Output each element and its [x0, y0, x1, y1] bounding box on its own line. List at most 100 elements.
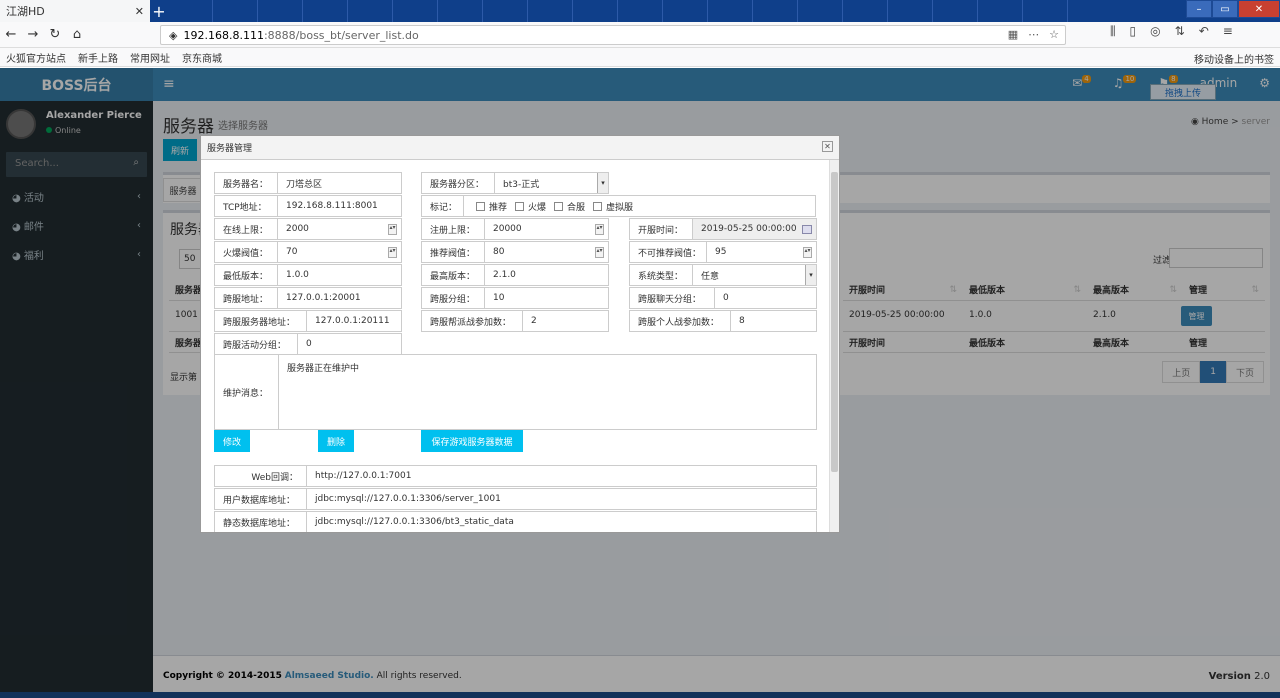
scrollbar-thumb[interactable] — [831, 172, 838, 472]
browser-tab[interactable] — [978, 0, 1023, 22]
field-open-time: 开服时间： 2019-05-25 00:00:00 — [629, 218, 817, 240]
spinner-icon[interactable]: ▴▾ — [595, 247, 604, 258]
bookmark-item[interactable]: 火狐官方站点 — [6, 50, 66, 65]
field-label: 用户数据库地址： — [215, 489, 307, 509]
modify-button[interactable]: 修改 — [214, 430, 250, 452]
reload-icon[interactable]: ↻ — [44, 27, 66, 42]
open-time-input[interactable]: 2019-05-25 00:00:00 — [693, 219, 816, 239]
star-icon[interactable]: ☆ — [1049, 28, 1059, 41]
browser-tab[interactable] — [618, 0, 663, 22]
cross-activity-group-input[interactable]: 0 — [298, 334, 401, 354]
bookmark-item[interactable]: 新手上路 — [78, 50, 118, 65]
server-zone-select[interactable]: bt3-正式 ▾ — [495, 173, 608, 193]
browser-tab-active[interactable]: 江湖HD ✕ — [0, 0, 150, 22]
field-label: 不可推荐阀值： — [630, 242, 707, 262]
checkbox-hot[interactable] — [515, 201, 525, 211]
browser-tab[interactable] — [483, 0, 528, 22]
checkbox-merged[interactable] — [554, 201, 564, 211]
field-cross-personal-count: 跨服个人战参加数： 8 — [629, 310, 817, 332]
spinner-icon[interactable]: ▴▾ — [388, 224, 397, 235]
calendar-icon[interactable] — [802, 225, 812, 234]
url-bar[interactable]: ◈ 192.168.8.111 :8888/boss_bt/server_lis… — [160, 25, 1066, 45]
field-server-name: 服务器名： 刀塔总区 — [214, 172, 402, 194]
input-value: 70 — [286, 247, 298, 257]
forward-icon[interactable]: → — [22, 27, 44, 42]
cross-guild-count-input[interactable]: 2 — [523, 311, 608, 331]
bookmark-item[interactable]: 京东商城 — [182, 50, 222, 65]
system-type-select[interactable]: 任意 ▾ — [693, 265, 816, 285]
browser-tab[interactable] — [933, 0, 978, 22]
window-close-icon[interactable]: ✕ — [1238, 0, 1280, 18]
web-callback-input[interactable]: http://127.0.0.1:7001 — [307, 466, 816, 486]
tcp-input[interactable]: 192.168.8.111:8001 — [278, 196, 401, 216]
browser-tab[interactable] — [213, 0, 258, 22]
tab-close-icon[interactable]: ✕ — [135, 5, 144, 18]
cross-addr-input[interactable]: 127.0.0.1:20001 — [278, 288, 401, 308]
dropdown-arrow-icon[interactable]: ▾ — [597, 173, 608, 193]
modal-scrollbar[interactable] — [829, 160, 839, 532]
browser-tab[interactable] — [1023, 0, 1068, 22]
server-manage-modal: 服务器管理 ✕ 服务器名： 刀塔总区 服务器分区： bt3-正式 ▾ TCP地址：… — [200, 135, 840, 533]
qr-icon[interactable]: ▦ — [1008, 28, 1018, 41]
sidebar-icon[interactable]: ▯ — [1130, 24, 1137, 39]
field-label: TCP地址： — [215, 196, 278, 216]
menu-icon[interactable]: ≡ — [1223, 24, 1233, 39]
field-label: 跨服地址： — [215, 288, 278, 308]
back-icon[interactable]: ← — [0, 27, 22, 42]
field-label: 跨服聊天分组： — [630, 288, 715, 308]
browser-tab[interactable] — [798, 0, 843, 22]
more-icon[interactable]: ⋯ — [1028, 28, 1039, 41]
register-limit-input[interactable]: 20000 ▴▾ — [485, 219, 608, 239]
save-server-button[interactable]: 保存游戏服务器数据 — [421, 430, 523, 452]
maintenance-textarea[interactable]: 服务器正在维护中 — [279, 355, 816, 429]
browser-tab[interactable] — [573, 0, 618, 22]
checkbox-recommend[interactable] — [476, 201, 485, 211]
cross-personal-count-input[interactable]: 8 — [731, 311, 816, 331]
spinner-icon[interactable]: ▴▾ — [803, 247, 812, 258]
min-version-input[interactable]: 1.0.0 — [278, 265, 401, 285]
home-icon[interactable]: ⌂ — [66, 27, 88, 42]
spinner-icon[interactable]: ▴▾ — [595, 224, 604, 235]
minimize-icon[interactable]: – — [1186, 0, 1212, 18]
cross-group-input[interactable]: 10 — [485, 288, 608, 308]
browser-tab[interactable] — [303, 0, 348, 22]
recommend-threshold-input[interactable]: 80 ▴▾ — [485, 242, 608, 262]
new-tab-icon[interactable]: + — [150, 0, 168, 22]
delete-button[interactable]: 删除 — [318, 430, 354, 452]
browser-tab[interactable] — [753, 0, 798, 22]
browser-tab[interactable] — [528, 0, 573, 22]
browser-tab[interactable] — [393, 0, 438, 22]
mobile-bookmarks[interactable]: 移动设备上的书签 — [1194, 51, 1274, 66]
browser-tab[interactable] — [348, 0, 393, 22]
cross-server-addr-input[interactable]: 127.0.0.1:20111 — [307, 311, 401, 331]
input-value: 20000 — [493, 224, 522, 234]
online-limit-input[interactable]: 2000 ▴▾ — [278, 219, 401, 239]
cross-chat-group-input[interactable]: 0 — [715, 288, 816, 308]
browser-tab[interactable] — [843, 0, 888, 22]
field-cross-guild-count: 跨服帮派战参加数： 2 — [421, 310, 609, 332]
dropdown-arrow-icon[interactable]: ▾ — [805, 265, 816, 285]
server-name-input[interactable]: 刀塔总区 — [278, 173, 401, 193]
browser-tab[interactable] — [708, 0, 753, 22]
spinner-icon[interactable]: ▴▾ — [388, 247, 397, 258]
browser-tab[interactable] — [258, 0, 303, 22]
undo-icon[interactable]: ↶ — [1199, 24, 1209, 39]
user-db-input[interactable]: jdbc:mysql://127.0.0.1:3306/server_1001 — [307, 489, 816, 509]
max-version-input[interactable]: 2.1.0 — [485, 265, 608, 285]
static-db-input[interactable]: jdbc:mysql://127.0.0.1:3306/bt3_static_d… — [307, 512, 816, 532]
checkbox-virtual[interactable] — [593, 201, 603, 211]
browser-tab[interactable] — [888, 0, 933, 22]
browser-tab[interactable] — [438, 0, 483, 22]
browser-tab[interactable] — [168, 0, 213, 22]
extension-icon[interactable]: ◎ — [1150, 24, 1160, 39]
no-recommend-threshold-input[interactable]: 95 ▴▾ — [707, 242, 816, 262]
field-server-zone: 服务器分区： bt3-正式 ▾ — [421, 172, 609, 194]
browser-tab[interactable] — [663, 0, 708, 22]
bookmark-item[interactable]: 常用网址 — [130, 50, 170, 65]
sync-icon[interactable]: ⇅ — [1175, 24, 1185, 39]
hot-threshold-input[interactable]: 70 ▴▾ — [278, 242, 401, 262]
field-label: 推荐阀值： — [422, 242, 485, 262]
library-icon[interactable]: ⫼ — [1110, 24, 1116, 39]
close-icon[interactable]: ✕ — [822, 141, 833, 152]
maximize-icon[interactable]: ▭ — [1212, 0, 1238, 18]
